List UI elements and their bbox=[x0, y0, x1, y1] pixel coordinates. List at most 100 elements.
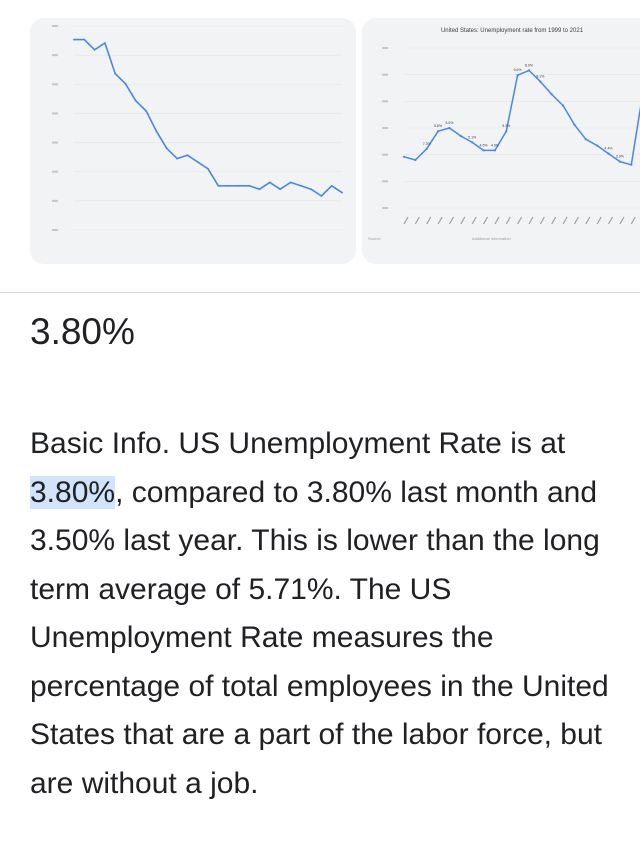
x-tick-label bbox=[460, 216, 466, 225]
chart-2-footer-right: Additional Information bbox=[472, 236, 511, 241]
image-results-strip: United States: Unemployment rate from 19… bbox=[0, 0, 640, 276]
x-tick-label bbox=[494, 216, 500, 225]
chart-2-title: United States: Unemployment rate from 19… bbox=[441, 28, 584, 34]
answer-text-part-2: , compared to 3.80% last month and 3.50%… bbox=[30, 475, 609, 800]
y-tick-mark bbox=[52, 170, 58, 173]
data-point bbox=[145, 110, 148, 112]
x-tick-label bbox=[403, 216, 409, 225]
data-point bbox=[196, 161, 199, 163]
data-point bbox=[330, 184, 333, 187]
x-tick-label bbox=[596, 216, 602, 225]
x-tick-label bbox=[505, 216, 511, 225]
data-point bbox=[165, 147, 168, 150]
data-point bbox=[341, 191, 343, 194]
data-point bbox=[630, 163, 633, 166]
data-label: 5.8% bbox=[434, 124, 442, 128]
x-tick-label bbox=[448, 216, 454, 225]
x-tick-label bbox=[437, 216, 443, 225]
data-point bbox=[561, 104, 565, 107]
x-tick-label bbox=[539, 216, 545, 225]
data-point bbox=[124, 82, 127, 85]
y-tick-mark bbox=[52, 112, 58, 115]
answer-description: Basic Info. US Unemployment Rate is at 3… bbox=[30, 420, 615, 808]
line-chart-1 bbox=[52, 25, 343, 231]
x-tick-label bbox=[483, 216, 489, 225]
data-point bbox=[436, 130, 440, 133]
section-divider bbox=[0, 292, 640, 293]
data-point bbox=[176, 157, 178, 160]
data-label: 4.6% bbox=[480, 143, 488, 147]
data-point bbox=[73, 38, 75, 41]
x-tick-label bbox=[471, 216, 477, 225]
x-tick-label bbox=[562, 216, 568, 225]
answer-text-part-1: Basic Info. US Unemployment Rate is at bbox=[30, 427, 566, 460]
data-label: 9.6% bbox=[514, 68, 522, 72]
y-tick-mark bbox=[382, 207, 388, 209]
data-point bbox=[248, 184, 251, 187]
data-point bbox=[299, 184, 302, 187]
data-point bbox=[471, 141, 474, 144]
series-line bbox=[403, 69, 640, 166]
x-tick-label bbox=[517, 216, 523, 225]
y-tick-mark bbox=[382, 127, 388, 129]
data-label: 9.3% bbox=[502, 124, 510, 128]
data-point bbox=[505, 130, 508, 133]
data-point bbox=[155, 130, 158, 133]
x-tick-label bbox=[585, 216, 591, 225]
data-point bbox=[607, 152, 610, 155]
data-point bbox=[186, 154, 189, 157]
data-point bbox=[83, 38, 86, 41]
x-tick-label bbox=[630, 216, 636, 225]
data-point bbox=[207, 167, 209, 170]
data-label: 8.1% bbox=[536, 75, 544, 79]
data-label: 7.3% bbox=[423, 142, 431, 146]
y-tick-mark bbox=[52, 229, 58, 231]
data-label: 4.4% bbox=[605, 147, 613, 151]
data-point bbox=[448, 126, 451, 130]
data-point bbox=[596, 144, 599, 147]
x-tick-label bbox=[608, 216, 614, 225]
line-chart-thumbnail[interactable] bbox=[30, 18, 356, 264]
x-tick-label bbox=[619, 216, 625, 225]
y-tick-mark bbox=[52, 25, 58, 27]
x-tick-label bbox=[551, 216, 557, 225]
data-point bbox=[238, 184, 240, 187]
answer-highlight: 3.80% bbox=[30, 475, 116, 509]
data-point bbox=[516, 74, 519, 77]
data-label: 3.9% bbox=[616, 155, 624, 159]
y-tick-mark bbox=[52, 141, 58, 144]
y-tick-mark bbox=[382, 100, 388, 103]
y-tick-mark bbox=[382, 180, 388, 183]
answer-title: 3.80% bbox=[30, 311, 135, 352]
data-point bbox=[482, 149, 485, 152]
data-point bbox=[425, 147, 428, 150]
data-point bbox=[93, 48, 96, 51]
y-tick-mark bbox=[52, 199, 58, 202]
data-point bbox=[550, 93, 553, 96]
data-point bbox=[618, 160, 622, 163]
y-tick-mark bbox=[382, 153, 388, 156]
data-point bbox=[258, 188, 261, 191]
data-point bbox=[584, 138, 587, 141]
data-label: 6.0% bbox=[445, 121, 453, 125]
data-point bbox=[289, 181, 292, 184]
line-chart-2: United States: Unemployment rate from 19… bbox=[368, 28, 640, 241]
data-point bbox=[310, 188, 312, 191]
y-tick-mark bbox=[52, 54, 58, 57]
data-point bbox=[402, 155, 406, 158]
data-point bbox=[227, 184, 230, 187]
data-point bbox=[279, 188, 282, 191]
x-tick-label bbox=[573, 216, 579, 225]
x-tick-label bbox=[414, 216, 420, 225]
data-label: 5.1% bbox=[468, 135, 476, 139]
y-tick-mark bbox=[52, 83, 58, 86]
data-point bbox=[573, 123, 576, 126]
data-point bbox=[527, 69, 531, 72]
us-unemployment-chart-thumbnail[interactable]: United States: Unemployment rate from 19… bbox=[362, 18, 640, 264]
data-point bbox=[320, 195, 323, 197]
data-point bbox=[414, 158, 417, 162]
data-point bbox=[104, 42, 106, 44]
y-tick-mark bbox=[382, 47, 388, 49]
data-point bbox=[493, 149, 497, 152]
data-point bbox=[217, 184, 220, 187]
